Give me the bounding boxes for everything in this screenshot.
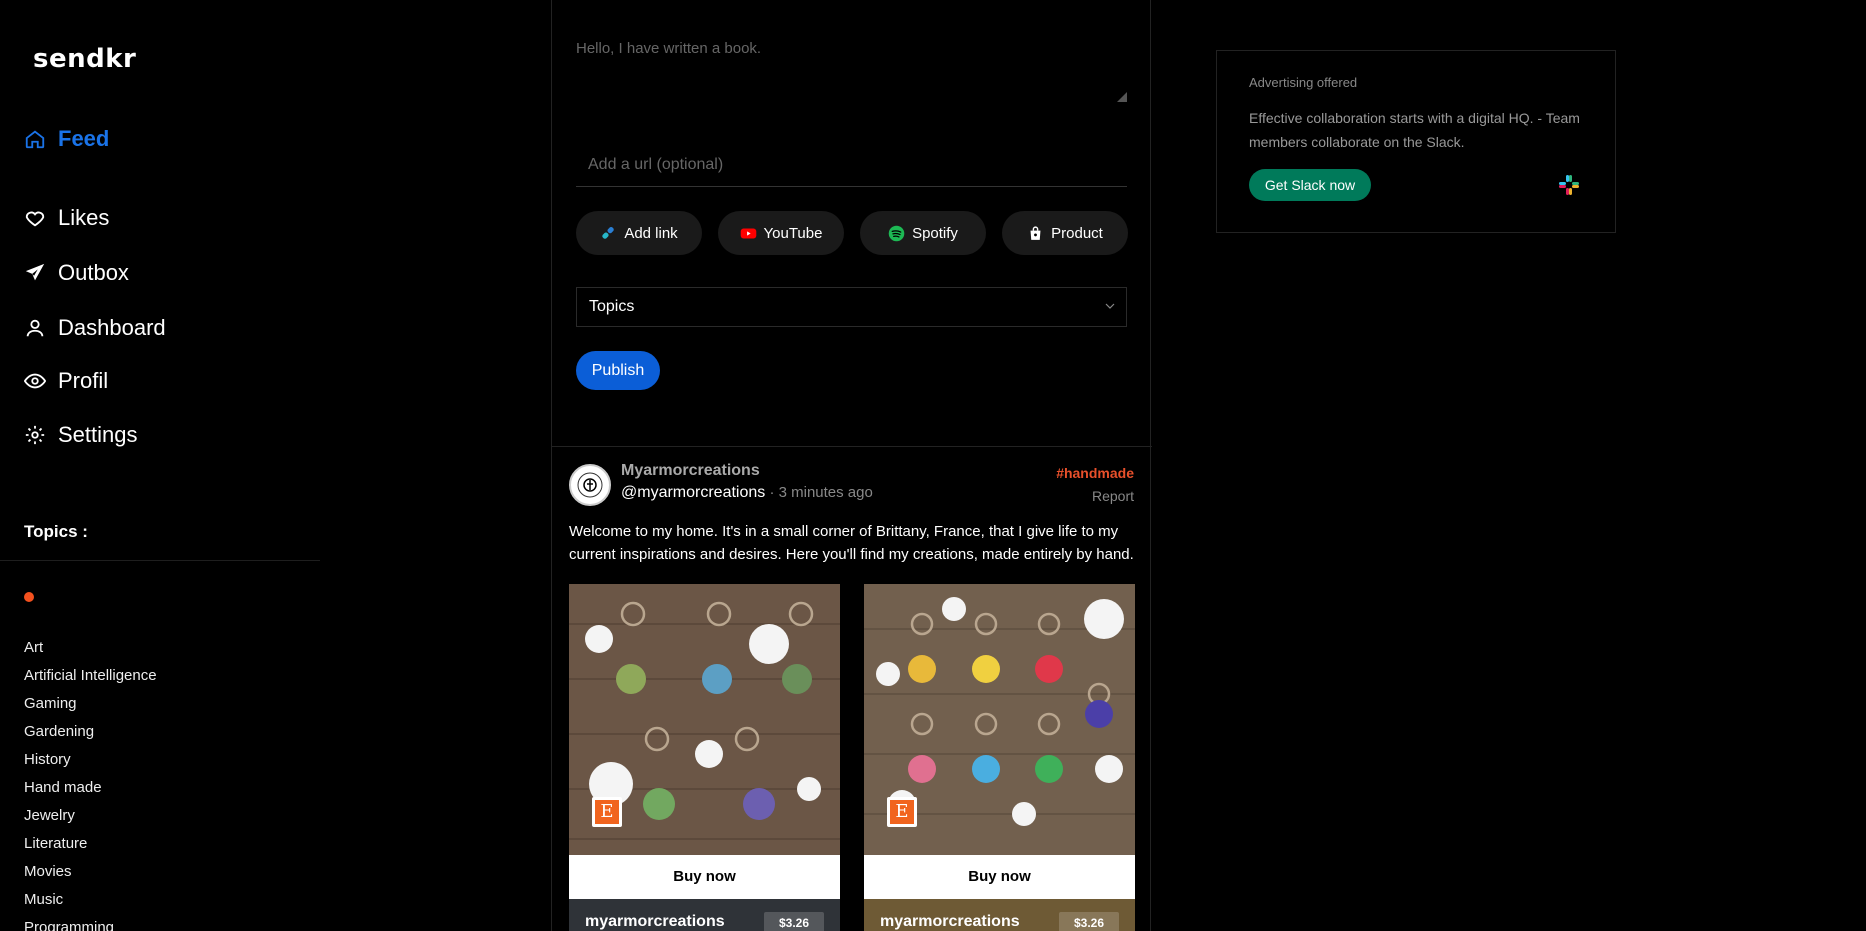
etsy-badge-icon: E bbox=[592, 797, 622, 827]
user-icon bbox=[26, 319, 44, 337]
nav-label: Profil bbox=[58, 368, 109, 393]
home-icon bbox=[25, 130, 45, 149]
youtube-button[interactable]: YouTube bbox=[718, 211, 844, 255]
nav-item-feed[interactable]: Feed bbox=[24, 126, 109, 152]
chip-label: YouTube bbox=[763, 224, 823, 242]
price-badge: $3.26 bbox=[1058, 912, 1119, 931]
eye-icon bbox=[24, 373, 46, 389]
product-card: E Buy now myarmorcreations $3.26 bbox=[569, 584, 840, 931]
chip-label: Spotify bbox=[912, 224, 958, 242]
shop-name[interactable]: myarmorcreations bbox=[585, 913, 725, 931]
nav-label: Feed bbox=[58, 126, 110, 151]
divider bbox=[552, 446, 1152, 447]
post-textarea-placeholder: Hello, I have written a book. bbox=[576, 40, 762, 57]
topics-select[interactable]: Topics bbox=[576, 287, 1127, 327]
topic-item[interactable]: Jewelry bbox=[24, 802, 157, 830]
topic-item[interactable]: Hand made bbox=[24, 774, 157, 802]
report-link[interactable]: Report bbox=[1092, 488, 1134, 504]
nav-item-outbox[interactable]: Outbox bbox=[24, 260, 129, 286]
avatar[interactable] bbox=[569, 464, 611, 506]
topic-item[interactable]: Gaming bbox=[24, 690, 157, 718]
topic-item[interactable]: Music bbox=[24, 886, 157, 914]
etsy-badge-icon: E bbox=[887, 797, 917, 827]
paper-plane-icon bbox=[25, 263, 45, 281]
topic-item[interactable]: History bbox=[24, 746, 157, 774]
product-meta: myarmorcreations $3.26 bbox=[569, 899, 840, 931]
product-card: E Buy now myarmorcreations $3.26 bbox=[864, 584, 1135, 931]
topic-list: Art Artificial Intelligence Gaming Garde… bbox=[24, 634, 157, 931]
ad-label: Advertising offered bbox=[1249, 75, 1358, 90]
url-input[interactable]: Add a url (optional) bbox=[576, 152, 1127, 187]
author-name[interactable]: Myarmorcreations bbox=[621, 462, 760, 480]
ad-card: Advertising offered Effective collaborat… bbox=[1216, 50, 1616, 233]
shop-logo-icon bbox=[577, 472, 603, 498]
heart-icon bbox=[25, 211, 45, 227]
price-badge: $3.26 bbox=[763, 912, 824, 931]
spotify-icon bbox=[888, 225, 905, 241]
topic-item[interactable]: Artificial Intelligence bbox=[24, 662, 157, 690]
etsy-badge-letter: E bbox=[890, 800, 914, 824]
app-root: sendkr Feed Likes Outbox Dashboard Profi… bbox=[0, 0, 1866, 931]
add-link-button[interactable]: Add link bbox=[576, 211, 702, 255]
get-slack-button[interactable]: Get Slack now bbox=[1249, 169, 1371, 201]
nav-item-likes[interactable]: Likes bbox=[24, 205, 109, 231]
topics-select-value: Topics bbox=[589, 298, 635, 315]
topic-indicator-dot bbox=[24, 592, 34, 602]
product-meta: myarmorcreations $3.26 bbox=[864, 899, 1135, 931]
nav-item-settings[interactable]: Settings bbox=[24, 422, 138, 448]
product-image[interactable]: E bbox=[569, 584, 840, 855]
feed-column: Hello, I have written a book. Add a url … bbox=[551, 0, 1152, 931]
resize-handle-icon[interactable] bbox=[1117, 92, 1127, 102]
post-topic-tag[interactable]: #handmade bbox=[1056, 465, 1134, 481]
app-logo[interactable]: sendkr bbox=[33, 44, 136, 74]
post-body: Welcome to my home. It's in a small corn… bbox=[569, 523, 1134, 563]
nav-item-profil[interactable]: Profil bbox=[24, 368, 108, 394]
sidebar: sendkr Feed Likes Outbox Dashboard Profi… bbox=[0, 0, 320, 931]
etsy-badge-letter: E bbox=[595, 800, 619, 824]
product-image[interactable]: E bbox=[864, 584, 1135, 855]
nav-label: Settings bbox=[58, 422, 138, 447]
youtube-icon bbox=[740, 228, 756, 238]
topic-item[interactable]: Programming bbox=[24, 914, 157, 931]
buy-now-button[interactable]: Buy now bbox=[569, 855, 840, 899]
post-timestamp: · 3 minutes ago bbox=[765, 484, 873, 501]
chip-label: Product bbox=[1051, 224, 1103, 242]
buy-now-button[interactable]: Buy now bbox=[864, 855, 1135, 899]
publish-button[interactable]: Publish bbox=[576, 351, 660, 390]
topic-item[interactable]: Movies bbox=[24, 858, 157, 886]
link-icon bbox=[602, 226, 615, 239]
product-button[interactable]: Product bbox=[1002, 211, 1128, 255]
shop-name[interactable]: myarmorcreations bbox=[880, 913, 1020, 931]
author-handle[interactable]: @myarmorcreations bbox=[621, 484, 765, 501]
nav-label: Likes bbox=[58, 205, 110, 230]
topic-item[interactable]: Art bbox=[24, 634, 157, 662]
nav-label: Outbox bbox=[58, 260, 129, 285]
author-handle-line: @myarmorcreations · 3 minutes ago bbox=[621, 484, 873, 502]
slack-logo-icon bbox=[1559, 175, 1579, 195]
nav-label: Dashboard bbox=[58, 315, 166, 340]
topic-item[interactable]: Gardening bbox=[24, 718, 157, 746]
ad-text: Effective collaboration starts with a di… bbox=[1249, 110, 1580, 150]
post-textarea[interactable]: Hello, I have written a book. bbox=[576, 40, 1127, 102]
chip-label: Add link bbox=[624, 224, 678, 242]
topic-item[interactable]: Literature bbox=[24, 830, 157, 858]
divider bbox=[0, 560, 320, 561]
shopping-bag-icon bbox=[1030, 225, 1041, 240]
chevron-down-icon bbox=[1105, 303, 1115, 309]
topics-heading: Topics : bbox=[24, 522, 88, 541]
gear-icon bbox=[25, 425, 45, 445]
nav-item-dashboard[interactable]: Dashboard bbox=[24, 315, 166, 341]
spotify-button[interactable]: Spotify bbox=[860, 211, 986, 255]
